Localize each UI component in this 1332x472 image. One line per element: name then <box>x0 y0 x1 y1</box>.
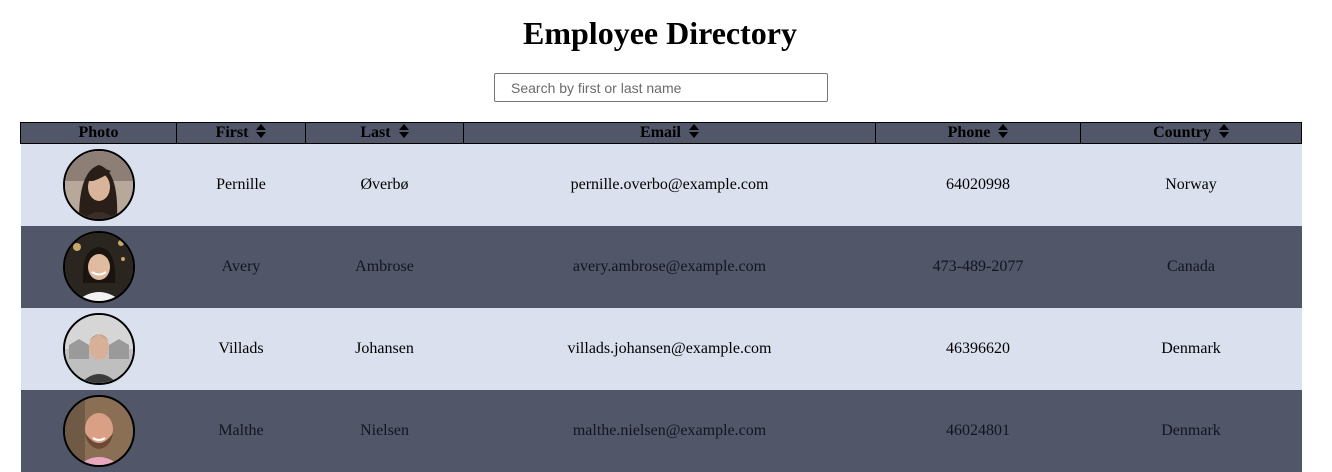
last-name-cell: Ambrose <box>305 226 464 308</box>
photo-cell <box>20 390 177 472</box>
sort-icon[interactable] <box>998 124 1009 139</box>
header-row: Photo First Last Email Phone Country <box>20 122 1302 144</box>
column-header-label: Photo <box>78 124 119 141</box>
country-cell: Denmark <box>1080 308 1302 390</box>
column-header-first[interactable]: First <box>176 122 306 144</box>
email-cell: pernille.overbo@example.com <box>463 143 876 226</box>
email-cell: avery.ambrose@example.com <box>463 226 876 308</box>
search-input[interactable] <box>494 73 828 102</box>
table-row: Malthe Nielsen malthe.nielsen@example.co… <box>20 390 1302 472</box>
column-header-label: Last <box>360 124 391 141</box>
table-header: Photo First Last Email Phone Country <box>20 122 1302 144</box>
last-name-cell: Øverbø <box>305 143 464 226</box>
page-title: Employee Directory <box>523 15 797 51</box>
first-name-cell: Malthe <box>176 390 306 472</box>
column-header-country[interactable]: Country <box>1080 122 1302 144</box>
phone-cell: 46024801 <box>875 390 1081 472</box>
search-container <box>494 73 828 102</box>
column-header-phone[interactable]: Phone <box>875 122 1081 144</box>
photo-cell <box>20 143 177 226</box>
column-header-last[interactable]: Last <box>305 122 464 144</box>
sort-icon[interactable] <box>398 124 409 139</box>
employee-directory-page: Employee Directory Photo First Last <box>0 0 1332 472</box>
photo-cell <box>20 308 177 390</box>
sort-icon[interactable] <box>256 124 267 139</box>
phone-cell: 64020998 <box>875 143 1081 226</box>
table-body: Pernille Øverbø pernille.overbo@example.… <box>20 143 1302 472</box>
avatar <box>62 395 135 467</box>
country-cell: Norway <box>1080 143 1302 226</box>
sort-icon[interactable] <box>688 124 699 139</box>
country-cell: Canada <box>1080 226 1302 308</box>
avatar <box>62 231 135 303</box>
email-cell: malthe.nielsen@example.com <box>463 390 876 472</box>
column-header-label: First <box>215 124 249 141</box>
first-name-cell: Avery <box>176 226 306 308</box>
employee-table: Photo First Last Email Phone Country Per… <box>20 122 1302 472</box>
column-header-email[interactable]: Email <box>463 122 876 144</box>
avatar <box>62 149 135 221</box>
phone-cell: 473-489-2077 <box>875 226 1081 308</box>
column-header-photo: Photo <box>20 122 177 144</box>
email-cell: villads.johansen@example.com <box>463 308 876 390</box>
phone-cell: 46396620 <box>875 308 1081 390</box>
column-header-label: Country <box>1153 124 1211 141</box>
column-header-label: Phone <box>947 124 991 141</box>
last-name-cell: Johansen <box>305 308 464 390</box>
column-header-label: Email <box>640 124 681 141</box>
sort-icon[interactable] <box>1218 124 1229 139</box>
table-row: Villads Johansen villads.johansen@exampl… <box>20 308 1302 390</box>
first-name-cell: Villads <box>176 308 306 390</box>
last-name-cell: Nielsen <box>305 390 464 472</box>
country-cell: Denmark <box>1080 390 1302 472</box>
table-row: Pernille Øverbø pernille.overbo@example.… <box>20 143 1302 226</box>
first-name-cell: Pernille <box>176 143 306 226</box>
table-row: Avery Ambrose avery.ambrose@example.com … <box>20 226 1302 308</box>
avatar <box>62 313 135 385</box>
photo-cell <box>20 226 177 308</box>
